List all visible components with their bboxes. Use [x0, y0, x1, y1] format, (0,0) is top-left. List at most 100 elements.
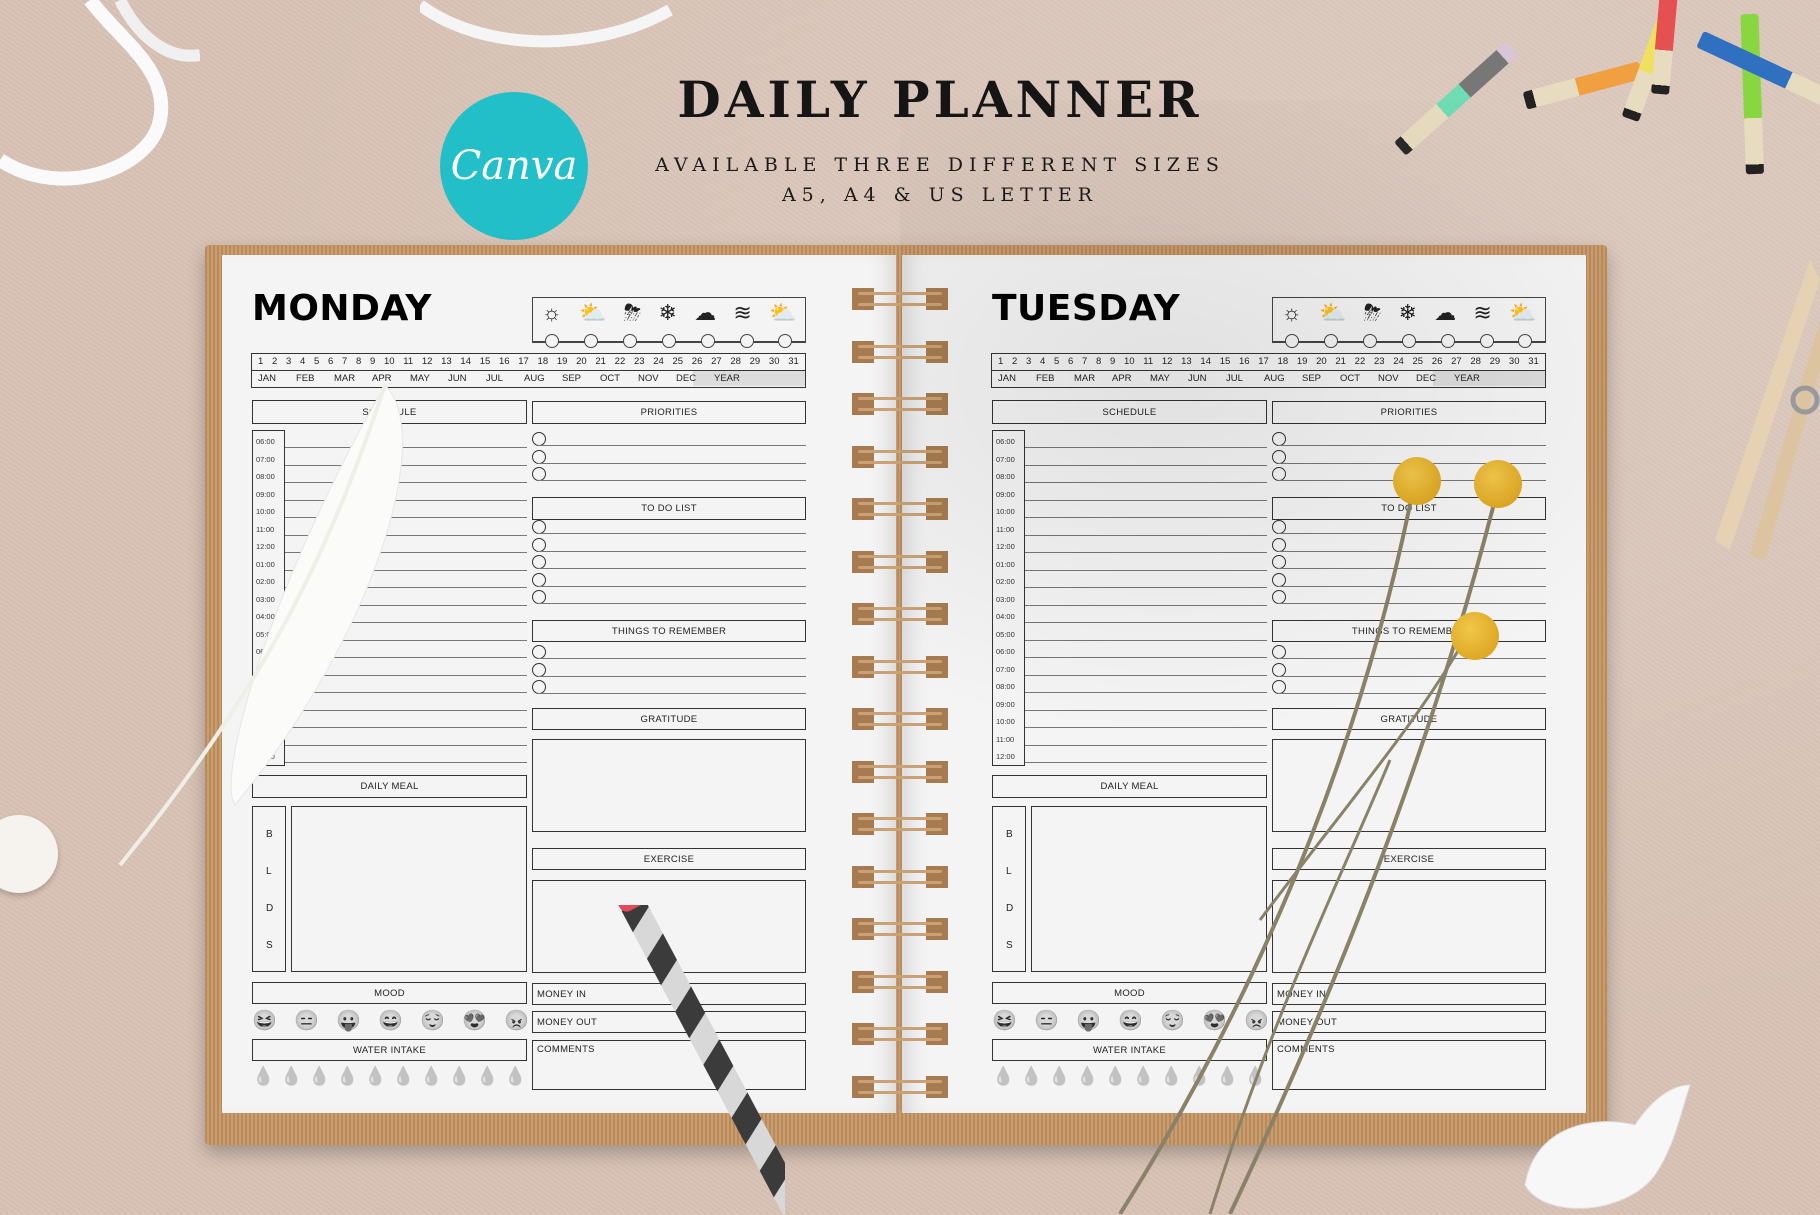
todo-line[interactable] — [538, 550, 806, 552]
month-name[interactable]: JUN — [1188, 373, 1226, 384]
todo-line[interactable] — [538, 603, 806, 605]
day-number[interactable]: 4 — [300, 356, 305, 367]
water-drop-icon[interactable]: 💧 — [1076, 1066, 1098, 1087]
month-name[interactable]: MAY — [1150, 373, 1188, 384]
weather-checkbox[interactable] — [623, 334, 638, 348]
todo-checkbox[interactable] — [532, 572, 546, 587]
mood-face-icon[interactable]: 😄 — [378, 1008, 403, 1033]
day-number[interactable]: 26 — [1432, 356, 1443, 367]
water-drop-icon[interactable]: 💧 — [1020, 1066, 1042, 1087]
day-number[interactable]: 19 — [1297, 356, 1308, 367]
todo-checkbox[interactable] — [532, 555, 546, 569]
day-number[interactable]: 14 — [1200, 356, 1211, 367]
day-number[interactable]: 6 — [328, 356, 333, 367]
month-name[interactable]: OCT — [1340, 373, 1378, 384]
mood-face-icon[interactable]: 😍 — [462, 1008, 487, 1033]
month-name[interactable]: AUG — [1264, 373, 1302, 384]
water-drop-icon[interactable]: 💧 — [1048, 1066, 1070, 1087]
remember-checkbox[interactable] — [532, 645, 546, 659]
day-number[interactable]: 13 — [441, 356, 452, 367]
day-number[interactable]: 22 — [615, 356, 626, 367]
day-number[interactable]: 28 — [1470, 356, 1481, 367]
day-number[interactable]: 30 — [769, 356, 780, 367]
weather-checkbox[interactable] — [661, 334, 676, 348]
day-number[interactable]: 31 — [1528, 356, 1539, 367]
todo-checkbox[interactable] — [532, 590, 546, 604]
day-number[interactable]: 5 — [314, 356, 319, 367]
day-number[interactable]: 24 — [1393, 356, 1404, 367]
water-drop-icon[interactable]: 💧 — [992, 1066, 1014, 1087]
month-name[interactable]: JUL — [1226, 373, 1264, 384]
mood-face-icon[interactable]: 😆 — [252, 1008, 277, 1033]
weather-checkbox[interactable] — [584, 334, 599, 348]
priority-line[interactable] — [538, 462, 806, 464]
priority-line[interactable] — [1278, 445, 1546, 447]
month-name[interactable]: JUN — [448, 373, 486, 384]
mood-face-icon[interactable]: 😛 — [1076, 1008, 1101, 1033]
day-number[interactable]: 15 — [1220, 356, 1231, 367]
day-number[interactable]: 1 — [998, 356, 1003, 367]
day-number[interactable]: 3 — [286, 356, 291, 367]
mood-face-icon[interactable]: 😠 — [504, 1008, 529, 1033]
remember-checkbox[interactable] — [532, 680, 546, 694]
month-name[interactable]: MAY — [410, 373, 448, 384]
day-number[interactable]: 3 — [1026, 356, 1031, 367]
day-number[interactable]: 8 — [1096, 356, 1101, 367]
weather-checkbox[interactable] — [1479, 334, 1494, 348]
water-drop-icon[interactable]: 💧 — [336, 1066, 358, 1087]
priority-checkbox[interactable] — [532, 467, 546, 481]
day-number[interactable]: 14 — [460, 356, 471, 367]
day-number[interactable]: 28 — [730, 356, 741, 367]
water-drop-icon[interactable]: 💧 — [476, 1066, 498, 1087]
day-number[interactable]: 10 — [384, 356, 395, 367]
day-number[interactable]: 18 — [1278, 356, 1289, 367]
day-number[interactable]: 19 — [557, 356, 568, 367]
priority-checkbox[interactable] — [532, 449, 546, 464]
day-number[interactable]: 24 — [653, 356, 664, 367]
day-number[interactable]: 16 — [499, 356, 510, 367]
remember-line[interactable] — [538, 658, 806, 660]
day-number[interactable]: 12 — [1162, 356, 1173, 367]
day-number[interactable]: 7 — [1082, 356, 1087, 367]
weather-checkbox[interactable] — [739, 334, 754, 348]
day-number[interactable]: 20 — [576, 356, 587, 367]
month-name[interactable]: FEB — [1036, 373, 1074, 384]
mood-face-icon[interactable]: 😑 — [1034, 1008, 1059, 1033]
mood-face-icon[interactable]: 😌 — [420, 1008, 445, 1033]
month-name[interactable]: JUL — [486, 373, 524, 384]
day-number[interactable]: 9 — [1110, 356, 1115, 367]
priority-line[interactable] — [538, 480, 806, 482]
day-number[interactable]: 27 — [711, 356, 722, 367]
water-drop-icon[interactable]: 💧 — [252, 1066, 274, 1087]
day-number[interactable]: 2 — [272, 356, 277, 367]
day-number[interactable]: 10 — [1124, 356, 1135, 367]
day-number[interactable]: 23 — [634, 356, 645, 367]
day-number[interactable]: 7 — [342, 356, 347, 367]
weather-checkbox[interactable] — [700, 334, 715, 348]
todo-line[interactable] — [538, 585, 806, 587]
remember-line[interactable] — [538, 693, 806, 695]
day-number[interactable]: 25 — [673, 356, 684, 367]
month-name[interactable]: OCT — [600, 373, 638, 384]
day-number[interactable]: 11 — [403, 356, 413, 367]
day-number[interactable]: 26 — [692, 356, 703, 367]
weather-checkbox[interactable] — [1363, 334, 1378, 348]
day-number[interactable]: 16 — [1239, 356, 1250, 367]
day-number[interactable]: 20 — [1316, 356, 1327, 367]
gratitude-box[interactable] — [532, 739, 806, 832]
weather-checkbox[interactable] — [1518, 334, 1533, 348]
remember-checkbox[interactable] — [532, 662, 546, 677]
mood-face-icon[interactable]: 😑 — [294, 1008, 319, 1033]
weather-checkbox[interactable] — [1324, 334, 1339, 348]
month-name[interactable]: NOV — [1378, 373, 1416, 384]
water-drop-icon[interactable]: 💧 — [280, 1066, 302, 1087]
weather-checkbox[interactable] — [778, 334, 793, 348]
weather-checkbox[interactable] — [1440, 334, 1455, 348]
day-number[interactable]: 23 — [1374, 356, 1385, 367]
day-number[interactable]: 1 — [258, 356, 263, 367]
day-number[interactable]: 9 — [370, 356, 375, 367]
day-number[interactable]: 18 — [538, 356, 549, 367]
day-number[interactable]: 22 — [1355, 356, 1366, 367]
weather-checkbox[interactable] — [1285, 334, 1300, 348]
day-number[interactable]: 17 — [518, 356, 529, 367]
